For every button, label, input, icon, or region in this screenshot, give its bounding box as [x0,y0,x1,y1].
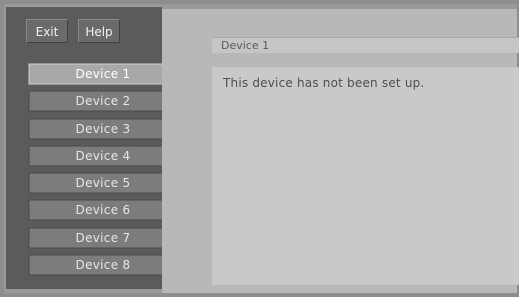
panel-content: This device has not been set up. [212,67,519,285]
device-tab-label: Device 4 [75,148,131,163]
device-tab-label: Device 5 [75,176,131,191]
panel-title: Device 1 [212,37,519,53]
exit-button[interactable]: Exit [26,19,68,43]
device-tab-label: Device 3 [75,121,131,136]
device-tab-label: Device 2 [75,94,131,109]
status-message: This device has not been set up. [223,76,425,90]
device-tab-label: Device 8 [75,258,131,273]
device-tab-label: Device 1 [75,67,131,81]
device-tab-label: Device 6 [75,203,131,218]
help-button[interactable]: Help [78,19,120,43]
device-tab-label: Device 7 [75,230,131,245]
